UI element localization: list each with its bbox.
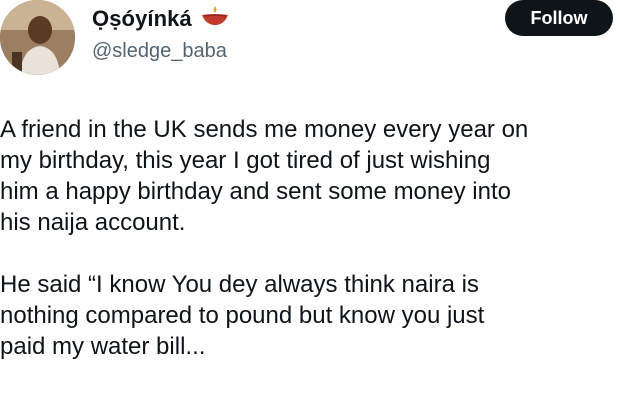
follow-button[interactable]: Follow <box>505 0 613 36</box>
profile-avatar[interactable] <box>0 0 75 75</box>
tweet-paragraph: A friend in the UK sends me money every … <box>0 116 529 236</box>
display-name: Ọṣóyínká <box>92 5 192 31</box>
diya-lamp-icon <box>200 4 230 33</box>
avatar-photo <box>0 0 75 75</box>
display-name-row[interactable]: Ọṣóyínká <box>92 4 230 33</box>
user-handle[interactable]: @sledge_baba <box>92 38 227 64</box>
tweet-paragraph: He said “I know You dey always think nai… <box>0 271 485 360</box>
tweet-text: A friend in the UK sends me money every … <box>0 114 618 362</box>
